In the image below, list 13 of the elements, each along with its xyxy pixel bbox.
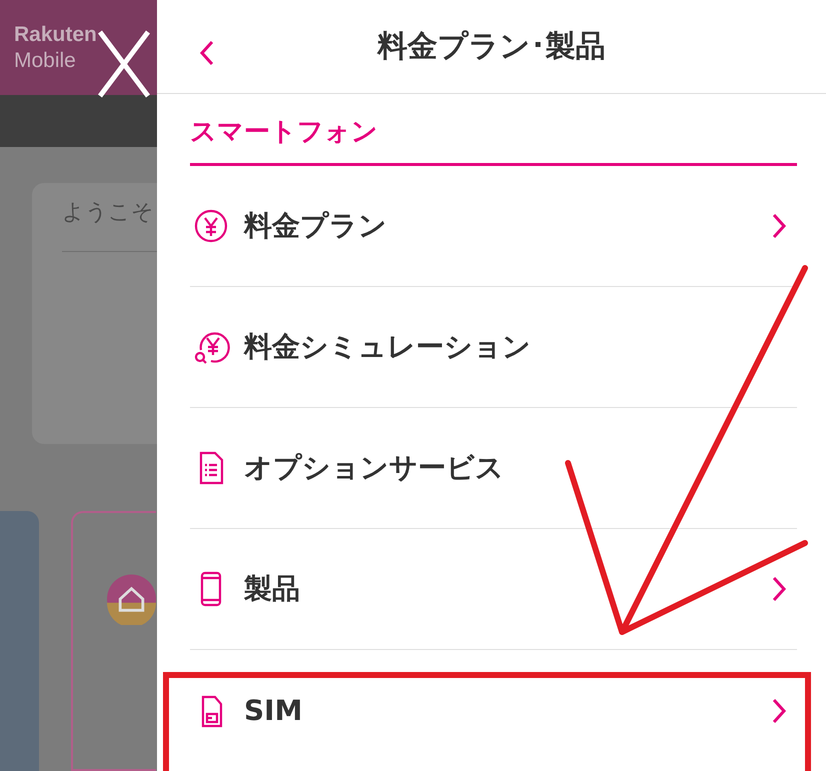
menu-item[interactable]: 料金プラン bbox=[190, 166, 797, 287]
home-wifi-icon bbox=[107, 573, 156, 625]
menu-item[interactable]: 製品 bbox=[190, 529, 797, 650]
logo-text: Mobile bbox=[14, 48, 77, 74]
menu-item[interactable]: SIM bbox=[190, 650, 797, 771]
close-icon[interactable] bbox=[98, 30, 150, 98]
welcome-text: ようこそ bbox=[62, 199, 155, 227]
menu-item[interactable]: オプションサービス bbox=[190, 408, 797, 529]
logo-text: Rakuten bbox=[14, 22, 98, 48]
menu-item[interactable]: 料金シミュレーション bbox=[190, 287, 797, 408]
yen-icon bbox=[192, 207, 230, 245]
section-heading: スマートフォン bbox=[190, 114, 797, 166]
panel-title: 料金プラン･製品 bbox=[378, 28, 606, 66]
